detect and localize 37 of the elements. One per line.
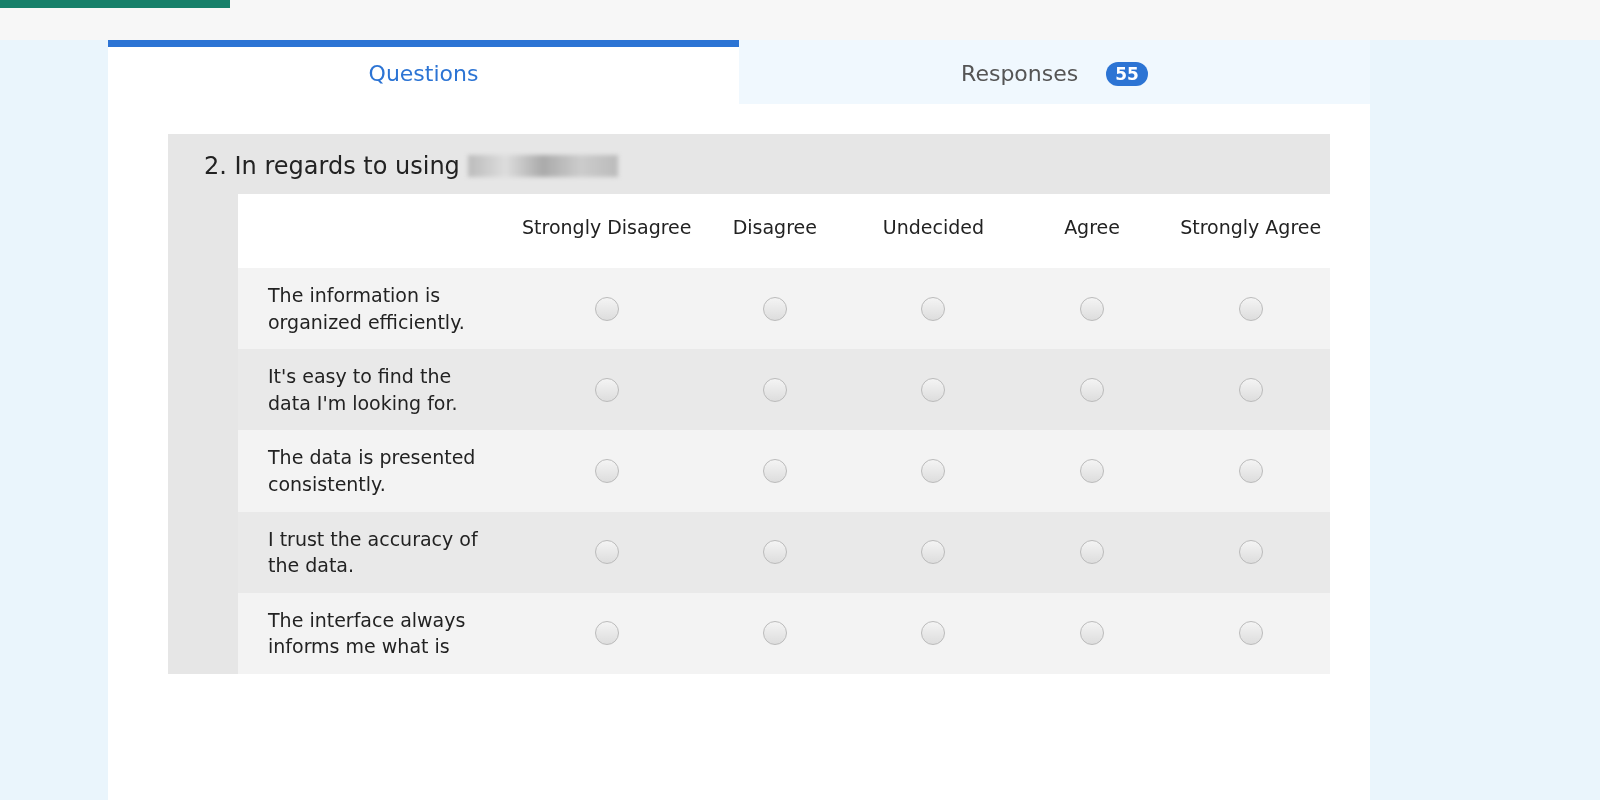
radio-button[interactable] [1238,458,1263,483]
tab[interactable]: Responses 55 [739,40,1370,104]
count-badge: 55 [1106,61,1148,86]
radio-button[interactable] [762,458,787,483]
radio-button[interactable] [762,296,787,321]
row-label: The interface always informs me what is [238,592,518,674]
radio-button[interactable] [921,540,946,565]
radio-button[interactable] [762,540,787,565]
row-label: The information is organized efficiently. [238,268,518,350]
radio-button[interactable] [921,458,946,483]
radio-button[interactable] [594,540,619,565]
radio-button[interactable] [1080,621,1105,646]
radio-button[interactable] [762,377,787,402]
radio-button[interactable] [1080,377,1105,402]
radio-button[interactable] [594,458,619,483]
column-header: Strongly Agree [1171,194,1330,268]
radio-button[interactable] [1080,296,1105,321]
radio-button[interactable] [921,377,946,402]
radio-button[interactable] [921,621,946,646]
column-header: Agree [1012,194,1172,268]
radio-button[interactable] [594,377,619,402]
column-header: Strongly Disagree [518,194,696,268]
radio-button[interactable] [1080,458,1105,483]
tab[interactable]: Questions [108,40,739,104]
radio-button[interactable] [1238,377,1263,402]
radio-button[interactable] [1238,621,1263,646]
radio-button[interactable] [1238,540,1263,565]
radio-button[interactable] [1080,540,1105,565]
column-header: Disagree [695,194,855,268]
radio-button[interactable] [921,296,946,321]
radio-button[interactable] [594,296,619,321]
radio-button[interactable] [762,621,787,646]
row-label: The data is presented consistently. [238,430,518,512]
radio-button[interactable] [594,621,619,646]
column-header: Undecided [854,194,1013,268]
radio-button[interactable] [1238,296,1263,321]
question-title: 2. In regards to using [204,152,460,180]
